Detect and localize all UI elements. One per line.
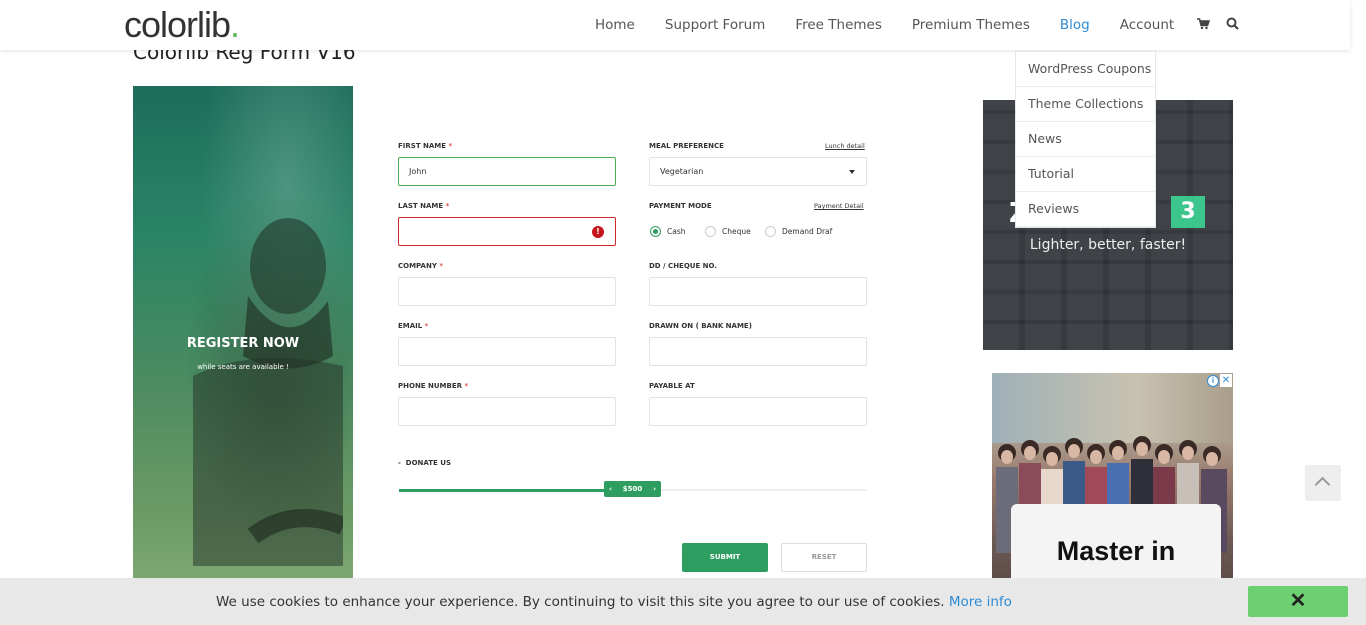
company-input[interactable] — [398, 277, 616, 306]
payment-radio-demand-draft[interactable]: Demand Draf — [765, 226, 832, 237]
nav-home[interactable]: Home — [595, 17, 635, 33]
scroll-to-top-button[interactable] — [1305, 465, 1341, 501]
lunch-detail-link[interactable]: Lunch detail — [825, 142, 865, 150]
dd-cheque-input[interactable] — [649, 277, 867, 306]
ad-info-icon[interactable]: i — [1207, 375, 1219, 387]
radio-circle — [705, 226, 716, 237]
dropdown-item-news[interactable]: News — [1016, 122, 1155, 157]
cookie-bar: We use cookies to enhance your experienc… — [0, 578, 1366, 625]
payment-detail-link[interactable]: Payment Detail — [814, 202, 864, 210]
logo-dot: . — [230, 4, 240, 45]
blog-dropdown-menu: WordPress Coupons Theme Collections News… — [1015, 51, 1156, 228]
radio-circle — [765, 226, 776, 237]
logo-text: colorlib — [124, 4, 231, 45]
first-name-label: FIRST NAME * — [398, 142, 453, 150]
dropdown-item-wordpress-coupons[interactable]: WordPress Coupons — [1016, 52, 1155, 87]
payment-mode-label: PAYMENT MODE — [649, 202, 712, 210]
hero-image: REGISTER NOW while seats are available ! — [133, 86, 353, 586]
ad-tagline: Lighter, better, faster! — [1029, 237, 1187, 253]
payable-at-label: PAYABLE AT — [649, 382, 695, 390]
donate-slider-fill — [399, 489, 605, 492]
phone-input[interactable] — [398, 397, 616, 426]
hero-subtitle: while seats are available ! — [197, 363, 289, 371]
ad-card: Master in — [1011, 504, 1221, 583]
last-name-input[interactable]: ! — [398, 217, 616, 246]
email-input[interactable] — [398, 337, 616, 366]
payable-at-input[interactable] — [649, 397, 867, 426]
chevron-right-icon: › — [653, 485, 656, 493]
ad-close-icon[interactable]: ✕ — [1220, 374, 1232, 387]
nav-free-themes[interactable]: Free Themes — [795, 17, 882, 33]
drawn-on-input[interactable] — [649, 337, 867, 366]
course-ad-banner[interactable]: i ✕ Master in — [992, 373, 1233, 583]
payment-radio-cheque[interactable]: Cheque — [705, 226, 751, 237]
submit-button[interactable]: SUBMIT — [682, 543, 768, 572]
drawn-on-label: DRAWN ON ( BANK NAME) — [649, 322, 752, 330]
dropdown-item-tutorial[interactable]: Tutorial — [1016, 157, 1155, 192]
nav-account[interactable]: Account — [1120, 17, 1175, 33]
colorlib-logo[interactable]: colorlib. — [124, 4, 240, 46]
donate-slider-handle[interactable]: ‹ $500 › — [604, 481, 661, 497]
dropdown-item-theme-collections[interactable]: Theme Collections — [1016, 87, 1155, 122]
search-icon[interactable] — [1226, 17, 1239, 33]
first-name-input[interactable]: John — [398, 157, 616, 186]
ad-version-badge: 3 — [1171, 196, 1205, 228]
dropdown-item-reviews[interactable]: Reviews — [1016, 192, 1155, 227]
reset-button[interactable]: RESET — [781, 543, 867, 572]
payment-radio-cash[interactable]: Cash — [650, 226, 686, 237]
person-silhouette — [193, 218, 343, 566]
error-icon: ! — [592, 226, 604, 238]
email-label: EMAIL * — [398, 322, 429, 330]
chevron-down-icon — [849, 170, 855, 174]
phone-label: PHONE NUMBER * — [398, 382, 469, 390]
nav-blog[interactable]: Blog — [1060, 17, 1090, 33]
chevron-left-icon: ‹ — [609, 485, 612, 493]
radio-circle-checked — [650, 226, 661, 237]
donate-label: - DONATE US — [398, 459, 451, 467]
cookie-close-button[interactable]: ✕ — [1248, 586, 1348, 617]
hero-title: REGISTER NOW — [186, 336, 300, 351]
cookie-message: We use cookies to enhance your experienc… — [216, 594, 1012, 610]
company-label: COMPANY * — [398, 262, 443, 270]
ad-card-title: Master in — [1056, 536, 1176, 566]
last-name-label: LAST NAME * — [398, 202, 450, 210]
dd-cheque-label: DD / CHEQUE NO. — [649, 262, 717, 270]
nav-premium-themes[interactable]: Premium Themes — [912, 17, 1030, 33]
donate-amount: $500 — [622, 485, 643, 493]
meal-preference-label: MEAL PREFERENCE — [649, 142, 724, 150]
main-nav: Home Support Forum Free Themes Premium T… — [580, 0, 1247, 50]
page: colorlib. Home Support Forum Free Themes… — [0, 0, 1366, 625]
cart-icon[interactable] — [1197, 17, 1211, 33]
cookie-more-info-link[interactable]: More info — [949, 594, 1012, 610]
meal-preference-select[interactable]: Vegetarian — [649, 157, 867, 186]
nav-support-forum[interactable]: Support Forum — [665, 17, 765, 33]
site-header: colorlib. Home Support Forum Free Themes… — [0, 0, 1350, 50]
